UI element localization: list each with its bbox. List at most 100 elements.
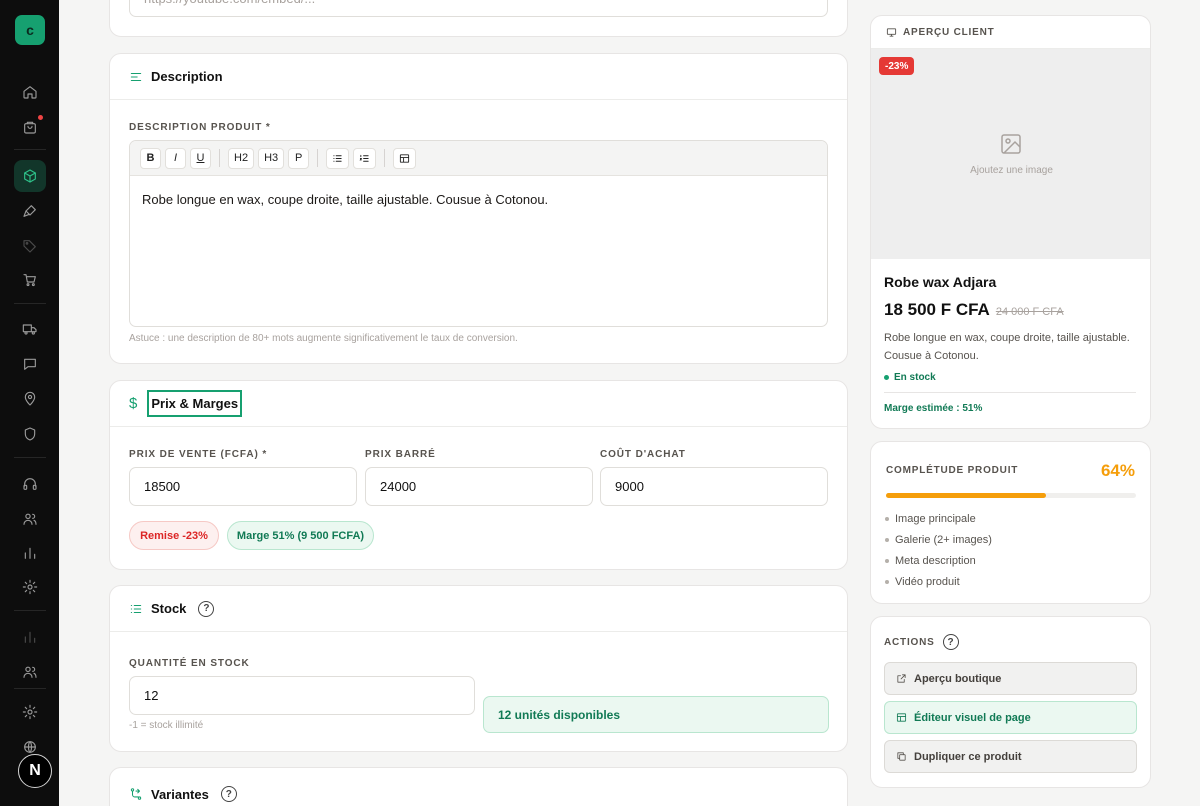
- analytics-icon[interactable]: [14, 621, 46, 653]
- external-link-icon: [897, 674, 906, 683]
- users-icon[interactable]: [14, 503, 46, 535]
- checklist-item: Galerie (2+ images): [885, 534, 992, 546]
- shop-preview-label: Aperçu boutique: [914, 672, 1002, 685]
- tag-icon[interactable]: [14, 230, 46, 262]
- heading3-button[interactable]: H3: [258, 147, 285, 169]
- actions-card: ACTIONS ? Aperçu boutique Éditeur visuel…: [870, 616, 1151, 788]
- product-image-placeholder[interactable]: -23% Ajoutez une image: [871, 49, 1150, 259]
- description-card: Description DESCRIPTION PRODUIT * B I U …: [109, 53, 848, 364]
- sidebar-divider: [14, 610, 46, 611]
- heading2-button[interactable]: H2: [228, 147, 255, 169]
- sidebar-divider: [14, 303, 46, 304]
- stock-card: Stock ? QUANTITÉ EN STOCK 12 -1 = stock …: [109, 585, 848, 752]
- stock-card-header: Stock ?: [110, 586, 847, 632]
- bullet-icon: [885, 580, 889, 584]
- products-box-icon[interactable]: [14, 160, 46, 192]
- numbered-list-button[interactable]: [353, 147, 377, 169]
- visual-editor-label: Éditeur visuel de page: [914, 711, 1031, 724]
- headphones-icon[interactable]: [14, 468, 46, 500]
- user-avatar[interactable]: N: [18, 754, 52, 788]
- video-embed-input[interactable]: https://youtube.com/embed/...: [129, 0, 828, 17]
- monitor-icon: [886, 27, 897, 37]
- team-icon[interactable]: [14, 656, 46, 688]
- cart-icon[interactable]: [14, 264, 46, 296]
- sidebar: c N: [0, 0, 59, 806]
- italic-button[interactable]: I: [165, 147, 186, 169]
- video-embed-card: https://youtube.com/embed/...: [109, 0, 848, 37]
- checklist-item: Vidéo produit: [885, 576, 960, 588]
- bullet-list-icon: [333, 154, 342, 162]
- editor-content[interactable]: Robe longue en wax, coupe droite, taille…: [130, 176, 827, 223]
- pricing-card-title: Prix & Marges: [147, 390, 243, 417]
- preview-old-price: 24 000 F CFA: [995, 306, 1064, 318]
- variants-help-icon[interactable]: ?: [220, 786, 237, 802]
- cost-price-input[interactable]: 9000: [600, 467, 828, 506]
- checklist-item-label: Meta description: [895, 555, 976, 567]
- rich-text-editor: B I U H2 H3 P Robe longue en wax, coupe …: [129, 140, 828, 327]
- variants-card-title: Variantes: [151, 786, 209, 802]
- list-icon: [130, 604, 142, 613]
- cost-price-label: COÛT D'ACHAT: [600, 449, 686, 460]
- toolbar-divider: [317, 149, 319, 167]
- preview-card-header: APERÇU CLIENT: [871, 16, 1150, 49]
- home-icon[interactable]: [14, 76, 46, 108]
- preview-divider: [884, 392, 1136, 393]
- stock-status-text: En stock: [894, 372, 936, 383]
- duplicate-product-button[interactable]: Dupliquer ce produit: [884, 740, 1137, 773]
- variants-card-header: Variantes ?: [110, 768, 847, 806]
- stock-help-icon[interactable]: ?: [198, 600, 215, 617]
- completeness-progress-fill: [886, 493, 1046, 498]
- shop-preview-button[interactable]: Aperçu boutique: [884, 662, 1137, 695]
- shield-icon[interactable]: [14, 418, 46, 450]
- image-placeholder-text: Ajoutez une image: [970, 165, 1053, 176]
- chat-icon[interactable]: [14, 348, 46, 380]
- stock-status-dot: [884, 375, 889, 380]
- actions-title: ACTIONS: [884, 636, 935, 648]
- truck-icon[interactable]: [14, 313, 46, 345]
- description-tip: Astuce : une description de 80+ mots aug…: [129, 333, 518, 344]
- bar-chart-icon[interactable]: [14, 537, 46, 569]
- preview-card-title: APERÇU CLIENT: [903, 26, 995, 38]
- checklist-item: Meta description: [885, 555, 976, 567]
- bullet-icon: [885, 538, 889, 542]
- paragraph-button[interactable]: P: [288, 147, 310, 169]
- completeness-progress-track: [886, 493, 1136, 498]
- brush-icon[interactable]: [14, 195, 46, 227]
- orders-bag-icon[interactable]: [14, 111, 46, 143]
- actions-help-icon[interactable]: ?: [942, 634, 959, 650]
- text-align-icon: [130, 72, 142, 81]
- bullet-list-button[interactable]: [326, 147, 350, 169]
- sale-price-input[interactable]: 18500: [129, 467, 357, 506]
- checklist-item-label: Image principale: [895, 513, 976, 525]
- customer-preview-card: APERÇU CLIENT -23% Ajoutez une image Rob…: [870, 15, 1151, 429]
- preview-product-name: Robe wax Adjara: [884, 274, 997, 290]
- stock-quantity-input[interactable]: 12: [129, 676, 475, 715]
- brand-logo[interactable]: c: [15, 15, 45, 45]
- settings-gear-icon[interactable]: [14, 571, 46, 603]
- duplicate-product-label: Dupliquer ce produit: [914, 750, 1022, 763]
- image-icon: [1001, 134, 1021, 154]
- stock-hint: -1 = stock illimité: [129, 720, 204, 731]
- preferences-gear-icon[interactable]: [14, 696, 46, 728]
- sidebar-divider: [14, 688, 46, 689]
- description-card-title: Description: [151, 69, 223, 84]
- completeness-title: COMPLÉTUDE PRODUIT: [886, 465, 1019, 476]
- completeness-percent: 64%: [1100, 461, 1135, 480]
- completeness-card: COMPLÉTUDE PRODUIT 64% Image principale …: [870, 441, 1151, 604]
- location-pin-icon[interactable]: [14, 383, 46, 415]
- sidebar-divider: [14, 457, 46, 458]
- dollar-icon: $: [129, 395, 138, 412]
- visual-editor-button[interactable]: Éditeur visuel de page: [884, 701, 1137, 734]
- underline-button[interactable]: U: [190, 147, 211, 169]
- bullet-icon: [885, 559, 889, 563]
- bold-button[interactable]: B: [140, 147, 161, 169]
- preview-price-row: 18 500 F CFA 24 000 F CFA: [884, 300, 1064, 320]
- pricing-card-header: $ Prix & Marges: [110, 381, 847, 427]
- numbered-list-icon: [359, 154, 369, 162]
- checklist-item: Image principale: [885, 513, 976, 525]
- editor-toolbar: B I U H2 H3 P: [130, 141, 827, 176]
- stock-card-title: Stock: [151, 601, 187, 616]
- toolbar-divider: [219, 149, 220, 167]
- table-button[interactable]: [393, 147, 417, 169]
- strike-price-input[interactable]: 24000: [365, 467, 593, 506]
